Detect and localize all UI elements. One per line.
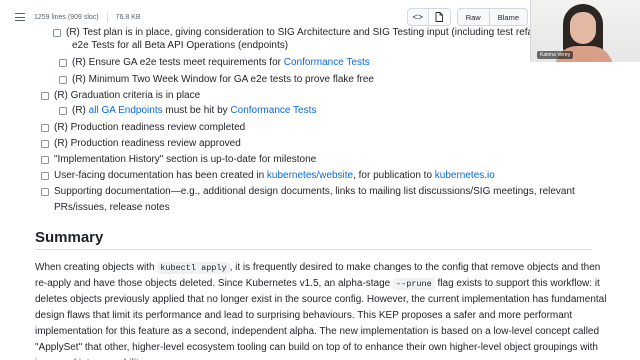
checklist-text: (R) Graduation criteria is in place xyxy=(54,90,201,101)
inline-code: --prune xyxy=(393,278,435,290)
checkbox[interactable] xyxy=(59,107,67,115)
file-size: 76.8 KB xyxy=(115,13,141,21)
checklist-item: User-facing documentation has been creat… xyxy=(41,168,495,184)
kubernetes-website-link[interactable]: kubernetes/website xyxy=(267,170,353,181)
checklist-text: Supporting documentation—e.g., additiona… xyxy=(54,186,575,213)
checklist-item: (R) Production readiness review approved xyxy=(41,136,241,152)
list-icon[interactable] xyxy=(14,11,26,23)
checklist-text: (R) all GA Endpoints must be hit by Conf… xyxy=(72,105,317,116)
preview-button[interactable] xyxy=(428,8,451,26)
checklist-text: (R) Test plan is in place, giving consid… xyxy=(66,27,533,37)
checklist-text: (R) Production readiness review approved xyxy=(54,138,241,149)
video-thumbnail[interactable]: Katrina Verey xyxy=(530,0,640,62)
markdown-body: (R) Test plan is in place, giving consid… xyxy=(0,26,640,360)
conformance-tests-link[interactable]: Conformance Tests xyxy=(284,57,370,68)
heading-divider xyxy=(35,249,592,250)
kubernetes-io-link[interactable]: kubernetes.io xyxy=(435,170,495,181)
checkbox[interactable] xyxy=(41,92,49,100)
checklist-text: (R) Ensure GA e2e tests meet requirement… xyxy=(72,57,370,68)
checklist-item: "Implementation History" section is up-t… xyxy=(41,152,316,168)
checklist-item: (R) Ensure GA e2e tests meet requirement… xyxy=(59,55,370,71)
checklist-item: (R) Minimum Two Week Window for GA e2e t… xyxy=(59,72,374,88)
raw-button[interactable]: Raw xyxy=(456,8,490,26)
checklist-text: e2e Tests for all Beta API Operations (e… xyxy=(72,40,289,51)
checkbox[interactable] xyxy=(41,124,49,132)
code-view-button[interactable]: <> xyxy=(406,8,429,26)
lines-info: 1259 lines (909 sloc) xyxy=(34,13,99,21)
checkbox[interactable] xyxy=(41,172,49,180)
participant-face xyxy=(570,12,596,44)
checklist-text: (R) Minimum Two Week Window for GA e2e t… xyxy=(72,74,374,85)
raw-blame-group: Raw Blame xyxy=(456,8,528,26)
summary-heading: Summary xyxy=(35,229,104,246)
divider xyxy=(106,12,108,22)
checklist-item: e2e Tests for all Beta API Operations (e… xyxy=(72,38,288,54)
preview-icon xyxy=(435,12,444,22)
checklist-item: (R) Graduation criteria is in place xyxy=(41,88,200,104)
checklist-item: Supporting documentation—e.g., additiona… xyxy=(41,184,581,216)
view-toggle: <> xyxy=(406,8,451,26)
checklist-item: (R) Test plan is in place, giving consid… xyxy=(53,25,533,37)
checklist-text: "Implementation History" section is up-t… xyxy=(54,154,317,165)
checklist-text: (R) Production readiness review complete… xyxy=(54,122,246,133)
inline-code: kubectl apply xyxy=(157,262,230,274)
ga-endpoints-link[interactable]: all GA Endpoints xyxy=(89,105,163,116)
checklist-item: (R) all GA Endpoints must be hit by Conf… xyxy=(59,103,316,119)
checklist-item: (R) Production readiness review complete… xyxy=(41,120,245,136)
conformance-tests-link[interactable]: Conformance Tests xyxy=(230,105,316,116)
checkbox[interactable] xyxy=(59,76,67,84)
checkbox[interactable] xyxy=(41,140,49,148)
checkbox[interactable] xyxy=(53,29,61,37)
checkbox[interactable] xyxy=(41,156,49,164)
summary-paragraph: When creating objects with kubectl apply… xyxy=(35,262,607,360)
blame-button[interactable]: Blame xyxy=(489,8,528,26)
participant-name: Katrina Verey xyxy=(537,51,574,59)
checklist-text: User-facing documentation has been creat… xyxy=(54,170,495,181)
checkbox[interactable] xyxy=(59,59,67,67)
checkbox[interactable] xyxy=(41,188,49,196)
